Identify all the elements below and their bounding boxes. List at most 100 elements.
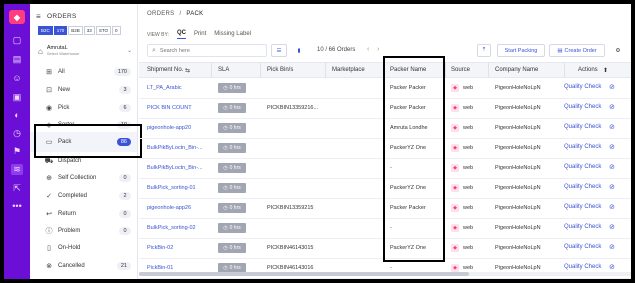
info-icon[interactable]: ⊘ bbox=[609, 223, 615, 231]
tab-print[interactable]: Print bbox=[194, 31, 206, 39]
search-input[interactable] bbox=[159, 47, 260, 54]
info-icon[interactable]: ⊘ bbox=[609, 243, 615, 251]
status-item-cancelled[interactable]: ⊗ Cancelled 21 bbox=[30, 256, 137, 276]
users-icon[interactable]: ☺ bbox=[11, 73, 23, 84]
start-packing-button[interactable]: Start Packing bbox=[497, 44, 545, 57]
status-item-new[interactable]: ⊡ New 3 bbox=[30, 80, 137, 100]
company-name: PigeonHoleNoLpN bbox=[495, 85, 541, 91]
shipment-link[interactable]: BulkPick_sorting-02 bbox=[147, 225, 196, 231]
shipment-link[interactable]: BulkPick_sorting-01 bbox=[147, 185, 196, 191]
icon-rail: ◆ ▢ ▤ ☺ ▣ ◐ ◷ ⚑ ≋ ⇱ ••• bbox=[4, 4, 30, 279]
status-label: Cancelled bbox=[58, 263, 85, 269]
column-header-company[interactable]: Company Name bbox=[495, 67, 538, 73]
status-label: New bbox=[58, 87, 71, 93]
sla-badge: ◷ 0 hrs bbox=[218, 163, 246, 173]
flag-icon[interactable]: ⚑ bbox=[11, 146, 23, 157]
shipment-link[interactable]: LT_PA_Arabic bbox=[147, 85, 182, 91]
shipment-link[interactable]: PickBin-01 bbox=[147, 265, 173, 271]
info-icon[interactable]: ⊘ bbox=[609, 163, 615, 171]
status-item-on-hold[interactable]: ▯ On-Hold bbox=[30, 238, 137, 258]
status-label: Return bbox=[58, 211, 77, 217]
filter-button[interactable]: ☰ bbox=[271, 44, 287, 57]
quality-check-link[interactable]: Quality Check bbox=[564, 244, 601, 250]
quality-check-link[interactable]: Quality Check bbox=[564, 124, 601, 130]
column-divider bbox=[260, 62, 261, 78]
column-header-source[interactable]: Source bbox=[451, 67, 470, 73]
info-icon[interactable]: ⊘ bbox=[609, 203, 615, 211]
info-icon[interactable]: ⊘ bbox=[609, 123, 615, 131]
create-order-label: Create Order bbox=[564, 47, 597, 54]
chip-b2b[interactable]: B2B bbox=[68, 26, 83, 35]
quality-check-link[interactable]: Quality Check bbox=[564, 184, 601, 190]
chip-b2c[interactable]: B2C bbox=[38, 26, 53, 35]
shipment-link[interactable]: pigeonhole-app20 bbox=[147, 125, 191, 131]
quality-check-link[interactable]: Quality Check bbox=[564, 84, 601, 90]
column-header-sla[interactable]: SLA bbox=[218, 67, 229, 73]
chip-b2c-count[interactable]: 170 bbox=[53, 26, 68, 35]
status-item-all[interactable]: ⊞ All 170 bbox=[30, 62, 137, 82]
column-header-marketplace[interactable]: Marketplace bbox=[332, 67, 365, 73]
warehouse-selector[interactable]: ⌂ AmrutaL Select Warehouse ⌄ bbox=[38, 42, 132, 60]
shipment-link[interactable]: PICK BIN COUNT bbox=[147, 105, 192, 111]
sla-badge: ◷ 0 hrs bbox=[218, 183, 246, 193]
quality-check-link[interactable]: Quality Check bbox=[564, 164, 601, 170]
pick-bin: PICKBIN46143016 bbox=[267, 265, 314, 271]
horizontal-scrollbar[interactable] bbox=[139, 272, 631, 276]
info-icon[interactable]: ⊘ bbox=[609, 103, 615, 111]
sort-icon[interactable]: ⇆ bbox=[185, 67, 190, 74]
logo-icon[interactable]: ◆ bbox=[9, 10, 25, 24]
quality-check-link[interactable]: Quality Check bbox=[564, 144, 601, 150]
status-item-completed[interactable]: ✓ Completed 2 bbox=[30, 186, 137, 206]
menu-icon[interactable]: ≡ bbox=[36, 12, 41, 21]
shipment-link[interactable]: PickBin-02 bbox=[147, 245, 173, 251]
shipment-link[interactable]: BulkPikByLoctn_Bin-... bbox=[147, 145, 203, 151]
home-icon[interactable]: ▢ bbox=[11, 35, 23, 46]
shipment-link[interactable]: pigeonhole-app26 bbox=[147, 205, 191, 211]
scrollbar-thumb[interactable] bbox=[139, 272, 469, 276]
breadcrumb-root[interactable]: ORDERS bbox=[147, 11, 174, 17]
chevron-right-icon[interactable]: › bbox=[377, 46, 379, 53]
more-icon[interactable]: ••• bbox=[11, 201, 23, 212]
quality-check-link[interactable]: Quality Check bbox=[564, 204, 601, 210]
chevron-down-icon: ⌄ bbox=[126, 48, 132, 54]
bookmark-button[interactable]: ▮ bbox=[293, 44, 305, 57]
quality-check-link[interactable]: Quality Check bbox=[564, 104, 601, 110]
company-name: PigeonHoleNoLpN bbox=[495, 205, 541, 211]
clock-icon: ◷ bbox=[223, 265, 228, 271]
info-icon[interactable]: ⊘ bbox=[609, 183, 615, 191]
create-order-button[interactable]: ▤ Create Order bbox=[549, 44, 605, 57]
dashboard-icon[interactable]: ◐ bbox=[11, 110, 23, 121]
chip-sto[interactable]: STO bbox=[95, 26, 111, 35]
info-icon[interactable]: ⊘ bbox=[609, 83, 615, 91]
export-icon[interactable]: ⇱ bbox=[11, 183, 23, 194]
status-item-self-collection[interactable]: ⊕ Self Collection 0 bbox=[30, 168, 137, 188]
column-header-shipment[interactable]: Shipment No. bbox=[147, 67, 183, 73]
orders-icon[interactable]: ▣ bbox=[11, 92, 23, 103]
sla-value: 0 hrs bbox=[229, 225, 241, 231]
search-box[interactable]: ⌕ bbox=[147, 44, 267, 57]
stack-icon[interactable]: ≋ bbox=[11, 164, 23, 175]
clock-icon: ◷ bbox=[223, 245, 228, 251]
inventory-icon[interactable]: ▤ bbox=[11, 54, 23, 65]
pin-icon[interactable]: ⬆ bbox=[603, 67, 608, 74]
shipment-link[interactable]: BulkPikByLoctn_Bin-... bbox=[147, 165, 203, 171]
upload-button[interactable]: ⤒ bbox=[477, 44, 491, 57]
table-row[interactable]: PickBin-01 ◷ 0 hrs PICKBIN46143016 - ◆ web Pige… bbox=[139, 259, 631, 279]
info-icon[interactable]: ⊘ bbox=[609, 263, 615, 271]
chip-b2b-count[interactable]: 33 bbox=[83, 26, 95, 35]
company-name: PigeonHoleNoLpN bbox=[495, 265, 541, 271]
settings-button[interactable]: ⚙ bbox=[611, 44, 625, 57]
info-icon[interactable]: ⊘ bbox=[609, 143, 615, 151]
panel-title: ORDERS bbox=[46, 13, 77, 20]
quality-check-link[interactable]: Quality Check bbox=[564, 264, 601, 270]
source-icon: ◆ bbox=[451, 124, 459, 132]
clock-icon[interactable]: ◷ bbox=[11, 128, 23, 139]
sla-value: 0 hrs bbox=[229, 125, 241, 131]
quality-check-link[interactable]: Quality Check bbox=[564, 224, 601, 230]
chevron-left-icon[interactable]: ‹ bbox=[367, 46, 369, 53]
tab-qc[interactable]: QC bbox=[176, 30, 186, 39]
grid-icon: ⊞ bbox=[46, 69, 52, 76]
chip-sto-count[interactable]: 0 bbox=[111, 26, 121, 35]
column-header-pick-bin[interactable]: Pick Bin/s bbox=[267, 67, 293, 73]
tab-missing-label[interactable]: Missing Label bbox=[214, 31, 251, 39]
